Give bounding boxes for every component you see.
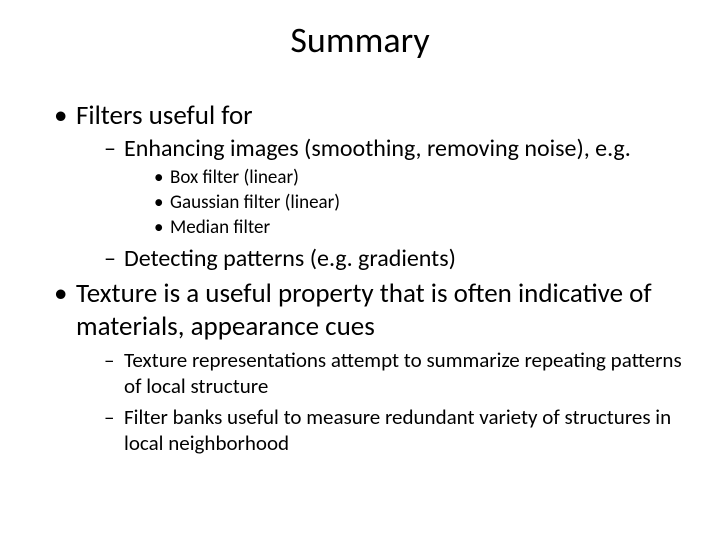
slide: Summary Filters useful for Enhancing ima… xyxy=(0,0,720,540)
bullet-text: Texture is a useful property that is oft… xyxy=(76,277,652,342)
bullet-list-lvl3: Box filter (linear) Gaussian filter (lin… xyxy=(124,166,690,240)
bullet-text: Median filter xyxy=(170,216,270,239)
slide-title: Summary xyxy=(30,18,690,62)
bullet-text: Detecting patterns (e.g. gradients) xyxy=(124,244,456,273)
bullet-lvl2: Detecting patterns (e.g. gradients) xyxy=(104,244,690,274)
bullet-text: Filters useful for xyxy=(76,99,253,132)
bullet-text: Texture representations attempt to summa… xyxy=(124,347,682,399)
bullet-text: Box filter (linear) xyxy=(170,166,299,189)
bullet-lvl2: Filter banks useful to measure redundant… xyxy=(104,404,690,457)
bullet-list-lvl2: Texture representations attempt to summa… xyxy=(76,347,690,456)
bullet-lvl2: Enhancing images (smoothing, removing no… xyxy=(104,134,690,240)
bullet-list-lvl2: Enhancing images (smoothing, removing no… xyxy=(76,134,690,274)
bullet-lvl1: Filters useful for Enhancing images (smo… xyxy=(54,100,690,274)
bullet-text: Enhancing images (smoothing, removing no… xyxy=(124,134,631,163)
bullet-text: Gaussian filter (linear) xyxy=(170,191,340,214)
bullet-lvl3: Box filter (linear) xyxy=(154,166,690,191)
bullet-list-lvl1: Filters useful for Enhancing images (smo… xyxy=(30,100,690,456)
bullet-lvl3: Median filter xyxy=(154,216,690,241)
bullet-lvl1: Texture is a useful property that is oft… xyxy=(54,278,690,456)
bullet-lvl3: Gaussian filter (linear) xyxy=(154,191,690,216)
bullet-text: Filter banks useful to measure redundant… xyxy=(124,404,671,456)
bullet-lvl2: Texture representations attempt to summa… xyxy=(104,347,690,400)
